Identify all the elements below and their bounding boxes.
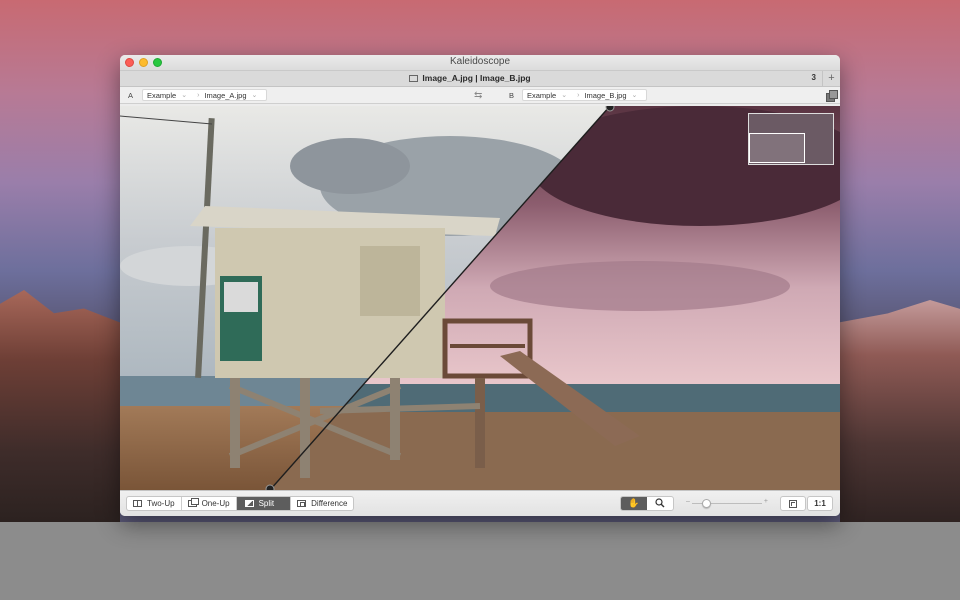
breadcrumb-file-a[interactable]: Image_A.jpg [204,91,246,100]
difference-icon [297,500,307,507]
zoom-slider[interactable]: – + [686,498,768,508]
two-up-label: Two-Up [147,499,175,508]
chevron-right-icon: › [197,91,200,99]
fit-to-window-button[interactable] [780,496,806,511]
chevron-down-icon: ⌄ [251,92,258,99]
chevron-down-icon: ⌄ [181,92,188,99]
tab-bar: Image_A.jpg | Image_B.jpg 3 + [120,70,840,87]
difference-label: Difference [311,499,348,508]
bottom-toolbar: Two-Up One-Up Split Difference ✋ – + 1:1 [120,490,840,516]
zoom-in-icon: + [763,498,768,505]
breadcrumb-folder-b[interactable]: Example [527,91,556,100]
chevron-right-icon: › [577,91,580,99]
tab-title-label: Image_A.jpg | Image_B.jpg [422,73,531,83]
comparison-image [120,106,840,490]
path-bar: A Example ⌄ › Image_A.jpg ⌄ ⇆ B Example … [120,87,840,104]
desktop-lower-area [0,522,960,600]
split-handle-top[interactable] [605,106,615,112]
window-title: Kaleidoscope [449,56,511,67]
split-icon [244,500,254,507]
zoom-slider-knob[interactable] [701,499,711,508]
wallpaper-mountain-left [0,290,120,522]
breadcrumb-file-b[interactable]: Image_B.jpg [584,91,626,100]
hand-tool-button[interactable]: ✋ [621,497,647,510]
navigator-thumbnail[interactable] [748,113,834,165]
wallpaper-mountain-right [840,300,960,522]
one-up-icon [187,498,199,507]
split-button[interactable]: Split [236,497,292,510]
image-file-icon [409,75,419,82]
hand-icon: ✋ [628,498,640,508]
file-count-badge: 3 [811,73,816,82]
split-label: Split [258,499,275,508]
two-up-button[interactable]: Two-Up [127,497,182,510]
add-tab-button[interactable]: + [822,71,840,87]
swap-sides-icon[interactable]: ⇆ [474,90,482,101]
chevron-down-icon: ⌄ [631,92,638,99]
chevron-down-icon: ⌄ [561,92,568,99]
actual-size-button[interactable]: 1:1 [807,496,833,511]
side-b-label: B [509,91,515,100]
navigator-viewport[interactable] [749,133,805,163]
magnifier-icon [655,497,665,510]
path-breadcrumb-b[interactable]: Example ⌄ › Image_B.jpg ⌄ [522,89,648,101]
fit-window-icon [789,499,797,508]
side-a-label: A [128,91,134,100]
image-split-viewer[interactable] [120,106,840,490]
path-breadcrumb-a[interactable]: Example ⌄ › Image_A.jpg ⌄ [142,89,268,101]
difference-button[interactable]: Difference [291,497,353,510]
tab-comparison[interactable]: Image_A.jpg | Image_B.jpg [120,73,820,83]
kaleidoscope-window: Kaleidoscope Image_A.jpg | Image_B.jpg 3… [120,55,840,516]
view-mode-control: Two-Up One-Up Split Difference [126,496,355,511]
one-up-button[interactable]: One-Up [182,497,237,510]
two-up-icon [133,500,142,507]
zoom-out-icon: – [686,498,690,505]
zoom-tool-button[interactable] [647,497,673,510]
title-bar[interactable]: Kaleidoscope [120,55,840,70]
one-up-label: One-Up [201,499,230,508]
navigation-tools: ✋ [620,496,674,511]
layout-toggle-icon[interactable] [826,90,838,102]
breadcrumb-folder-a[interactable]: Example [147,91,176,100]
